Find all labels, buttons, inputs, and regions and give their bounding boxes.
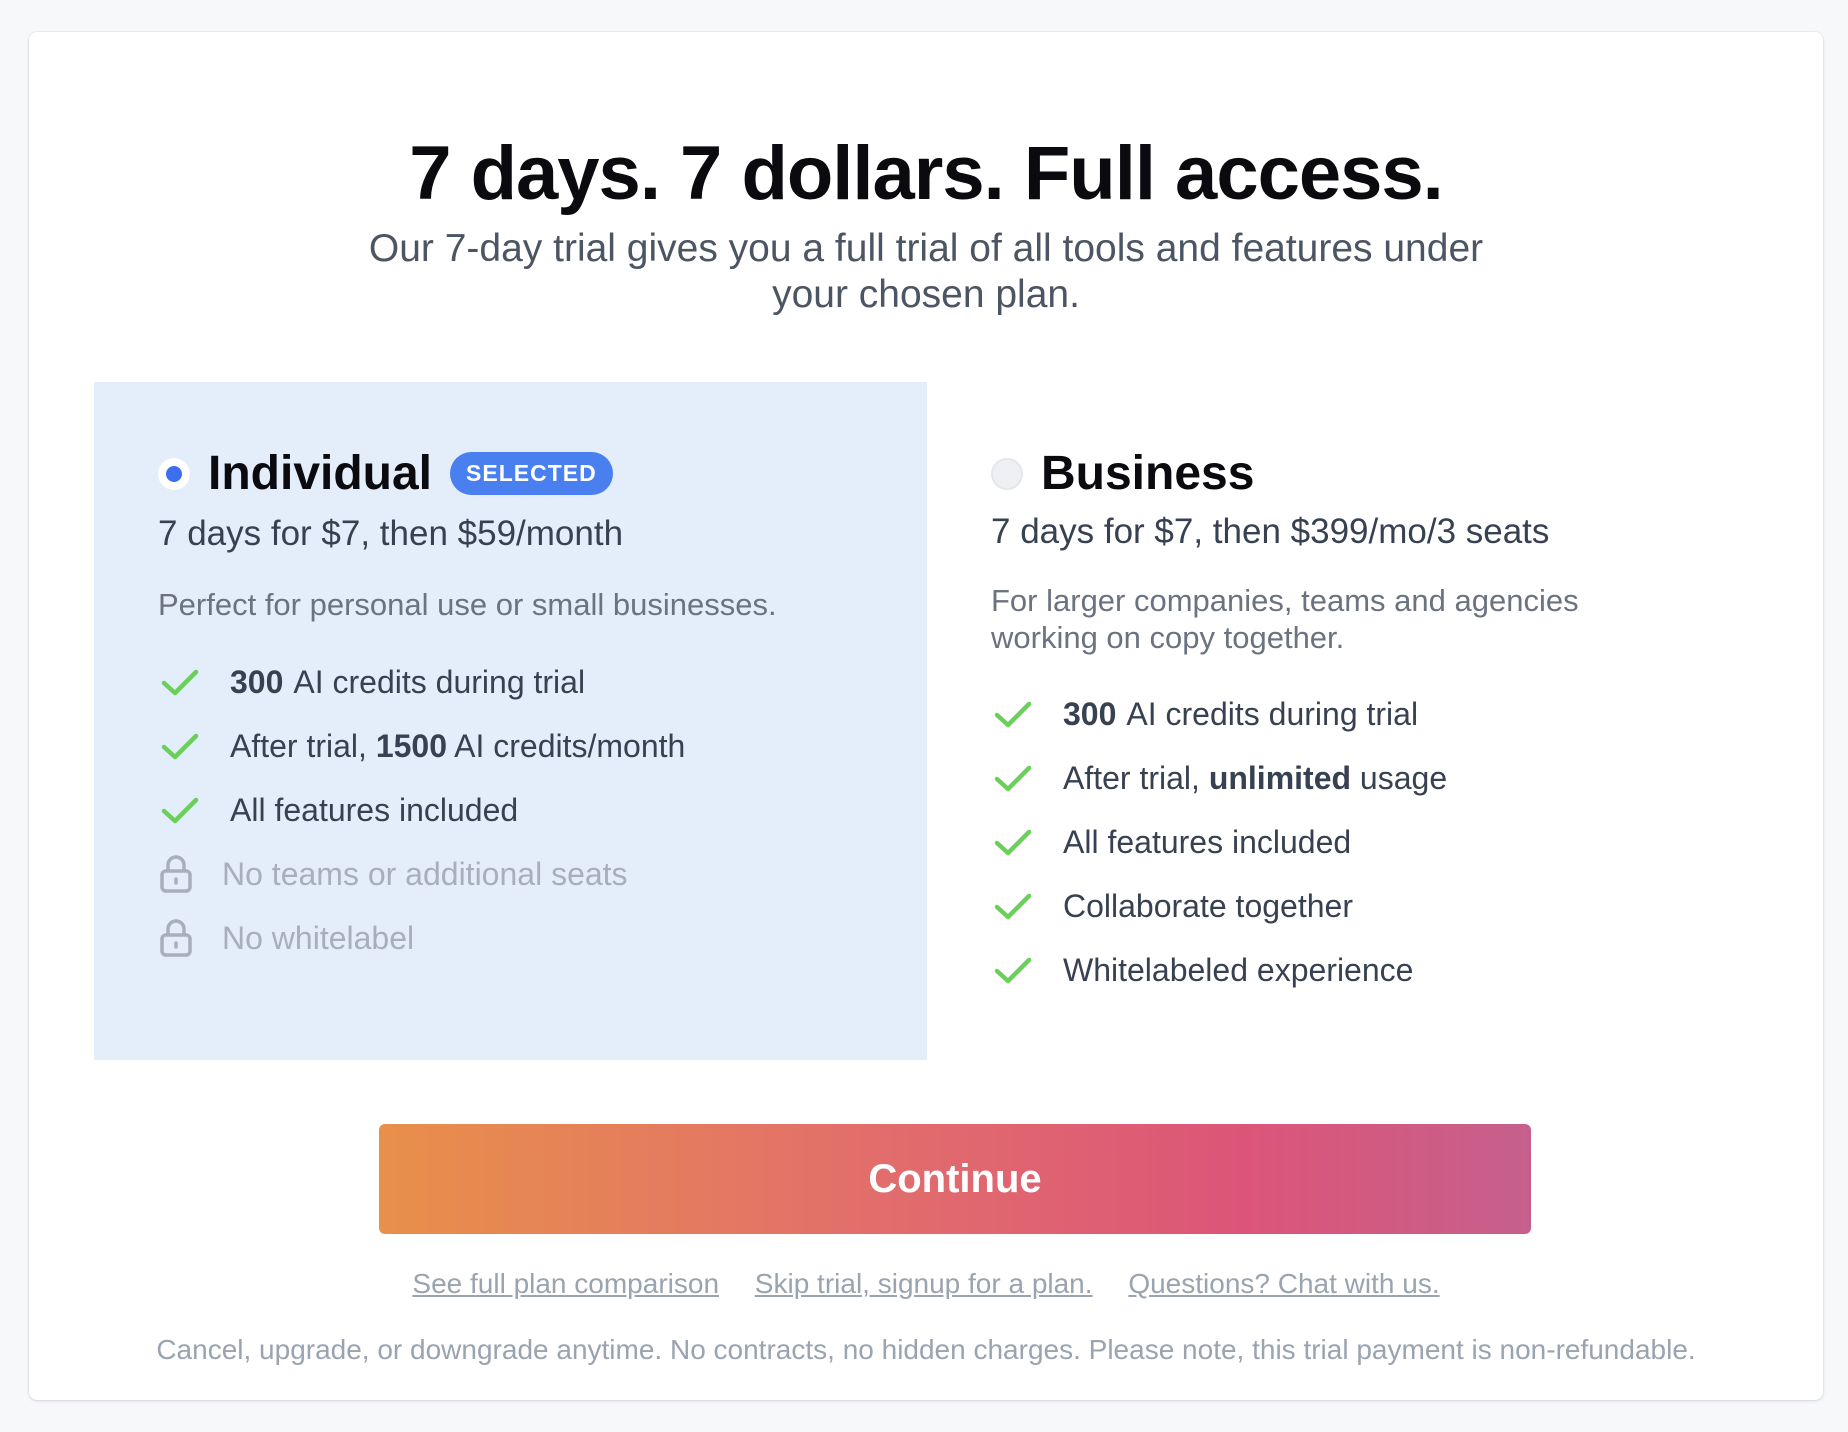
radio-unselected-icon[interactable] — [991, 457, 1023, 490]
check-icon — [161, 797, 199, 824]
plan-header: Business — [991, 446, 1254, 501]
secondary-links: See full plan comparison Skip trial, sig… — [29, 1268, 1823, 1300]
feature-text: No teams or additional seats — [222, 855, 628, 892]
lock-icon — [160, 919, 192, 957]
feature-item-locked: No whitelabel — [158, 906, 685, 970]
page-title: 7 days. 7 dollars. Full access. — [409, 131, 1444, 216]
plan-price: 7 days for $7, then $399/mo/3 seats — [991, 512, 1550, 551]
plan-description: For larger companies, teams and agencies… — [991, 583, 1579, 655]
feature-item: All features included — [158, 778, 685, 842]
feature-text: No whitelabel — [222, 919, 415, 956]
check-icon — [994, 893, 1032, 920]
feature-text: After trial, — [230, 727, 376, 764]
check-icon — [161, 669, 199, 696]
feature-highlight: 300 — [1063, 695, 1117, 732]
plan-name: Business — [1041, 447, 1255, 500]
feature-text: After trial, — [1063, 759, 1209, 796]
plan-name: Individual — [208, 447, 433, 500]
check-icon — [994, 701, 1032, 728]
plan-description: Perfect for personal use or small busine… — [158, 587, 777, 622]
feature-text: usage — [1351, 759, 1448, 796]
feature-text: Whitelabeled experience — [1063, 951, 1414, 988]
plan-comparison-link[interactable]: See full plan comparison — [412, 1268, 719, 1299]
feature-item: Whitelabeled experience — [991, 938, 1447, 1002]
feature-highlight: unlimited — [1208, 759, 1352, 796]
skip-trial-link[interactable]: Skip trial, signup for a plan. — [755, 1268, 1093, 1299]
feature-item: 300 AI credits during trial — [158, 650, 685, 714]
feature-text: Collaborate together — [1063, 887, 1353, 924]
pricing-card: 7 days. 7 dollars. Full access. Our 7-da… — [29, 32, 1823, 1400]
plan-option-individual[interactable]: Individual SELECTED 7 days for $7, then … — [94, 382, 927, 1060]
feature-text: All features included — [230, 791, 519, 828]
feature-highlight: 300 — [230, 663, 284, 700]
chat-link[interactable]: Questions? Chat with us. — [1128, 1268, 1439, 1299]
plan-header: Individual SELECTED — [158, 446, 613, 501]
page-subtitle: Our 7-day trial gives you a full trial o… — [368, 227, 1484, 316]
feature-list: 300 AI credits during trial After trial,… — [991, 682, 1447, 1002]
feature-item: All features included — [991, 810, 1447, 874]
lock-icon — [160, 855, 192, 893]
check-icon — [994, 765, 1032, 792]
feature-item: After trial, 1500 AI credits/month — [158, 714, 685, 778]
radio-selected-icon[interactable] — [158, 457, 190, 490]
feature-highlight: 1500 — [375, 727, 447, 764]
feature-text: AI credits during trial — [293, 663, 586, 700]
selected-badge: SELECTED — [450, 452, 613, 495]
plan-option-business[interactable]: Business 7 days for $7, then $399/mo/3 s… — [927, 382, 1760, 1060]
feature-item: 300 AI credits during trial — [991, 682, 1447, 746]
footnote: Cancel, upgrade, or downgrade anytime. N… — [156, 1334, 1696, 1365]
feature-text: AI credits/month — [447, 727, 686, 764]
feature-list: 300 AI credits during trial After trial,… — [158, 650, 685, 970]
continue-button[interactable]: Continue — [379, 1124, 1531, 1234]
feature-item: After trial, unlimited usage — [991, 746, 1447, 810]
check-icon — [994, 829, 1032, 856]
feature-item: Collaborate together — [991, 874, 1447, 938]
plan-price: 7 days for $7, then $59/month — [158, 514, 624, 553]
check-icon — [161, 733, 199, 760]
check-icon — [994, 957, 1032, 984]
feature-item-locked: No teams or additional seats — [158, 842, 685, 906]
feature-text: All features included — [1063, 823, 1352, 860]
feature-text: AI credits during trial — [1126, 695, 1419, 732]
